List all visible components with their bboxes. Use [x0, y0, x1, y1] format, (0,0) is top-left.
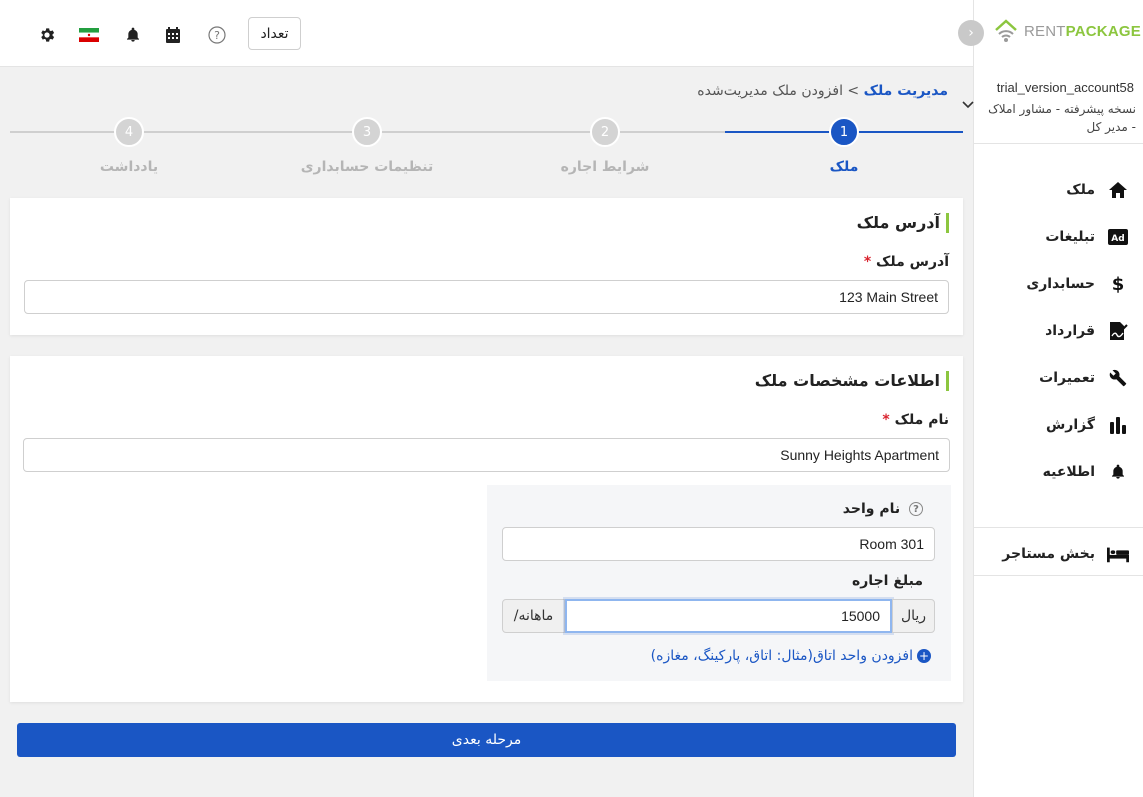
field-label: ? نام واحد [843, 501, 923, 517]
step-4-circle[interactable]: 4 [114, 117, 144, 147]
help-icon[interactable]: ? [206, 24, 228, 46]
breadcrumb-current: افزودن ملک مدیریت‌شده [697, 83, 843, 99]
unit-name-input[interactable]: Room 301 [502, 527, 935, 561]
help-icon[interactable]: ? [909, 502, 923, 516]
sidebar-item-repairs[interactable]: تعمیرات [1039, 363, 1129, 393]
iran-flag-icon[interactable] [79, 24, 99, 46]
property-specs-card: اطلاعات مشخصات ملک نام ملک * Sunny Heigh… [10, 356, 963, 702]
divider [974, 527, 1143, 528]
chevron-right-icon[interactable]: › [958, 20, 984, 46]
sidebar-item-label: تعمیرات [1039, 370, 1095, 386]
sidebar-item-property[interactable]: ملک [1066, 175, 1129, 205]
stepper: 1 ملک 2 شرایط اجاره 3 تنظیمات حسابداری 4… [10, 115, 963, 180]
top-bar: ? تعداد [0, 0, 973, 67]
breadcrumb-separator: > [847, 83, 860, 99]
bell-icon[interactable] [122, 24, 144, 46]
gear-icon[interactable] [36, 24, 58, 46]
required-mark: * [882, 412, 890, 428]
sidebar-item-tenant[interactable]: بخش مستاجر [1002, 539, 1129, 569]
rent-period-addon: /ماهانه [502, 599, 565, 633]
bed-icon [1107, 543, 1129, 565]
account-role: نسخه پیشرفته - مشاور املاک - مدیر کل [988, 102, 1136, 134]
svg-text:Ad: Ad [1111, 234, 1124, 244]
sidebar-item-label: بخش مستاجر [1002, 546, 1095, 562]
sidebar-item-accounting[interactable]: $ حسابداری [1026, 269, 1129, 299]
sidebar-item-label: ملک [1066, 182, 1095, 198]
chevron-down-icon[interactable] [962, 98, 974, 112]
rent-amount-input[interactable]: 15000 [565, 599, 892, 633]
sidebar-item-label: اطلاعیه [1042, 464, 1095, 480]
property-name-input[interactable]: Sunny Heights Apartment [23, 438, 950, 472]
logo-text-package: PACKAGE [1065, 22, 1141, 40]
rent-currency-addon: ریال [892, 599, 935, 633]
address-label: آدرس ملک [876, 254, 949, 270]
count-button[interactable]: تعداد [248, 17, 301, 50]
card-title: آدرس ملک [857, 213, 949, 233]
account-panel[interactable]: trial_version_account58 نسخه پیشرفته - م… [962, 72, 1143, 144]
sidebar-item-ads[interactable]: Ad تبلیغات [1045, 222, 1129, 252]
home-icon [1107, 179, 1129, 201]
ad-icon: Ad [1107, 226, 1129, 248]
property-name-label: نام ملک [894, 412, 949, 428]
address-input[interactable]: 123 Main Street [24, 280, 949, 314]
unit-name-label: نام واحد [842, 501, 901, 517]
contract-icon [1107, 320, 1129, 342]
step-2-circle[interactable]: 2 [590, 117, 620, 147]
address-card: آدرس ملک آدرس ملک * 123 Main Street [10, 198, 963, 335]
dollar-icon: $ [1111, 273, 1125, 295]
step-1-label: ملک [829, 159, 859, 175]
wrench-icon [1107, 367, 1129, 389]
step-4-label: یادداشت [99, 159, 159, 175]
sidebar-item-label: قرارداد [1045, 323, 1095, 339]
field-label: نام ملک * [882, 412, 949, 428]
step-3-label: تنظیمات حسابداری [300, 159, 434, 175]
breadcrumb-parent-link[interactable]: مدیریت ملک [864, 83, 948, 99]
add-unit-label: افزودن واحد اتاق(مثال: اتاق، پارکینگ، مغ… [650, 648, 913, 664]
sidebar: › RENTPACKAGE trial_version_account58 نس… [958, 0, 1143, 797]
bar-chart-icon [1107, 414, 1129, 436]
bell-icon [1107, 461, 1129, 483]
required-mark: * [863, 254, 872, 270]
add-unit-link[interactable]: + افزودن واحد اتاق(مثال: اتاق، پارکینگ، … [651, 648, 931, 664]
sidebar-item-label: تبلیغات [1045, 229, 1095, 245]
sidebar-item-label: حسابداری [1026, 276, 1095, 292]
step-2-label: شرایط اجاره [560, 159, 650, 175]
sidebar-item-label: گزارش [1045, 417, 1095, 433]
sidebar-item-notice[interactable]: اطلاعیه [1043, 457, 1129, 487]
field-label: آدرس ملک * [864, 254, 949, 270]
unit-panel: ? نام واحد Room 301 مبلغ اجاره /ماهانه 1… [487, 485, 951, 681]
logo-text-rent: RENT [1024, 22, 1066, 40]
divider [974, 575, 1143, 576]
step-1-circle[interactable]: 1 [829, 117, 859, 147]
sidebar-item-report[interactable]: گزارش [1046, 410, 1129, 440]
account-username: trial_version_account58 [996, 80, 1134, 95]
step-3-circle[interactable]: 3 [352, 117, 382, 147]
rent-label: مبلغ اجاره [851, 573, 923, 589]
calendar-icon[interactable] [162, 24, 184, 46]
logo: RENTPACKAGE [992, 18, 1141, 44]
next-step-button[interactable]: مرحله بعدی [17, 723, 956, 757]
card-title: اطلاعات مشخصات ملک [755, 371, 949, 391]
plus-circle-icon: + [917, 649, 931, 663]
wifi-house-icon [995, 19, 1017, 42]
svg-text:?: ? [214, 29, 220, 42]
sidebar-item-contract[interactable]: قرارداد [1045, 316, 1129, 346]
breadcrumb: مدیریت ملک > افزودن ملک مدیریت‌شده [697, 83, 948, 99]
